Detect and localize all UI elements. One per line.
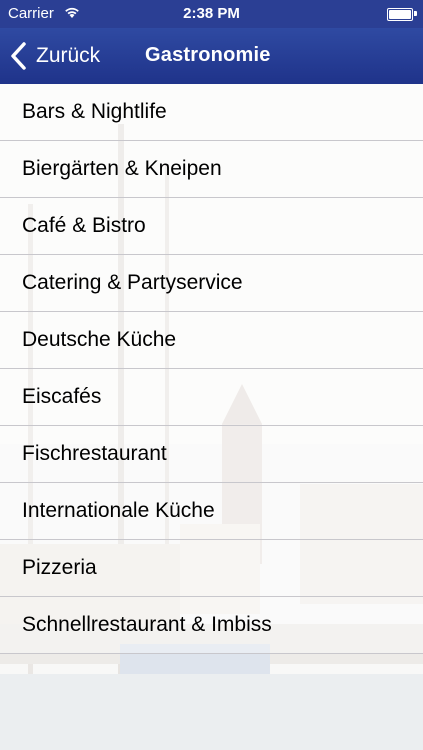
page-title: Gastronomie (145, 44, 271, 66)
list-item-internationale-kueche[interactable]: Internationale Küche (0, 483, 423, 540)
list-item-label: Schnellrestaurant & Imbiss (22, 613, 272, 636)
list-item-schnellrestaurant-imbiss[interactable]: Schnellrestaurant & Imbiss (0, 597, 423, 654)
list-item-label: Catering & Partyservice (22, 271, 243, 294)
list-item-cafe-bistro[interactable]: Café & Bistro (0, 198, 423, 255)
list-item-pizzeria[interactable]: Pizzeria (0, 540, 423, 597)
list-item-label: Café & Bistro (22, 214, 146, 237)
back-label: Zurück (36, 44, 101, 67)
list-item-label: Fischrestaurant (22, 442, 167, 465)
list-item-label: Eiscafés (22, 385, 102, 408)
list-item-catering-partyservice[interactable]: Catering & Partyservice (0, 255, 423, 312)
status-bar: Carrier 2:38 PM (0, 0, 423, 28)
battery-level-fill (389, 10, 411, 19)
list-item-label: Pizzeria (22, 556, 97, 579)
list-item-biergaerten-kneipen[interactable]: Biergärten & Kneipen (0, 141, 423, 198)
status-time: 2:38 PM (183, 5, 240, 22)
list-item-label: Biergärten & Kneipen (22, 157, 222, 180)
navigation-bar: Zurück Gastronomie (0, 28, 423, 84)
back-button[interactable]: Zurück (8, 38, 100, 74)
list-item-bars-nightlife[interactable]: Bars & Nightlife (0, 84, 423, 141)
list-item-label: Internationale Küche (22, 499, 215, 522)
chevron-left-icon (11, 42, 26, 70)
list-item-eiscafes[interactable]: Eiscafés (0, 369, 423, 426)
list-item-label: Deutsche Küche (22, 328, 177, 351)
battery-icon (387, 8, 413, 21)
list-item-label: Bars & Nightlife (22, 100, 167, 123)
battery-tip (414, 11, 417, 16)
category-list: Bars & Nightlife Biergärten & Kneipen Ca… (0, 84, 423, 654)
list-item-fischrestaurant[interactable]: Fischrestaurant (0, 426, 423, 483)
list-item-deutsche-kueche[interactable]: Deutsche Küche (0, 312, 423, 369)
